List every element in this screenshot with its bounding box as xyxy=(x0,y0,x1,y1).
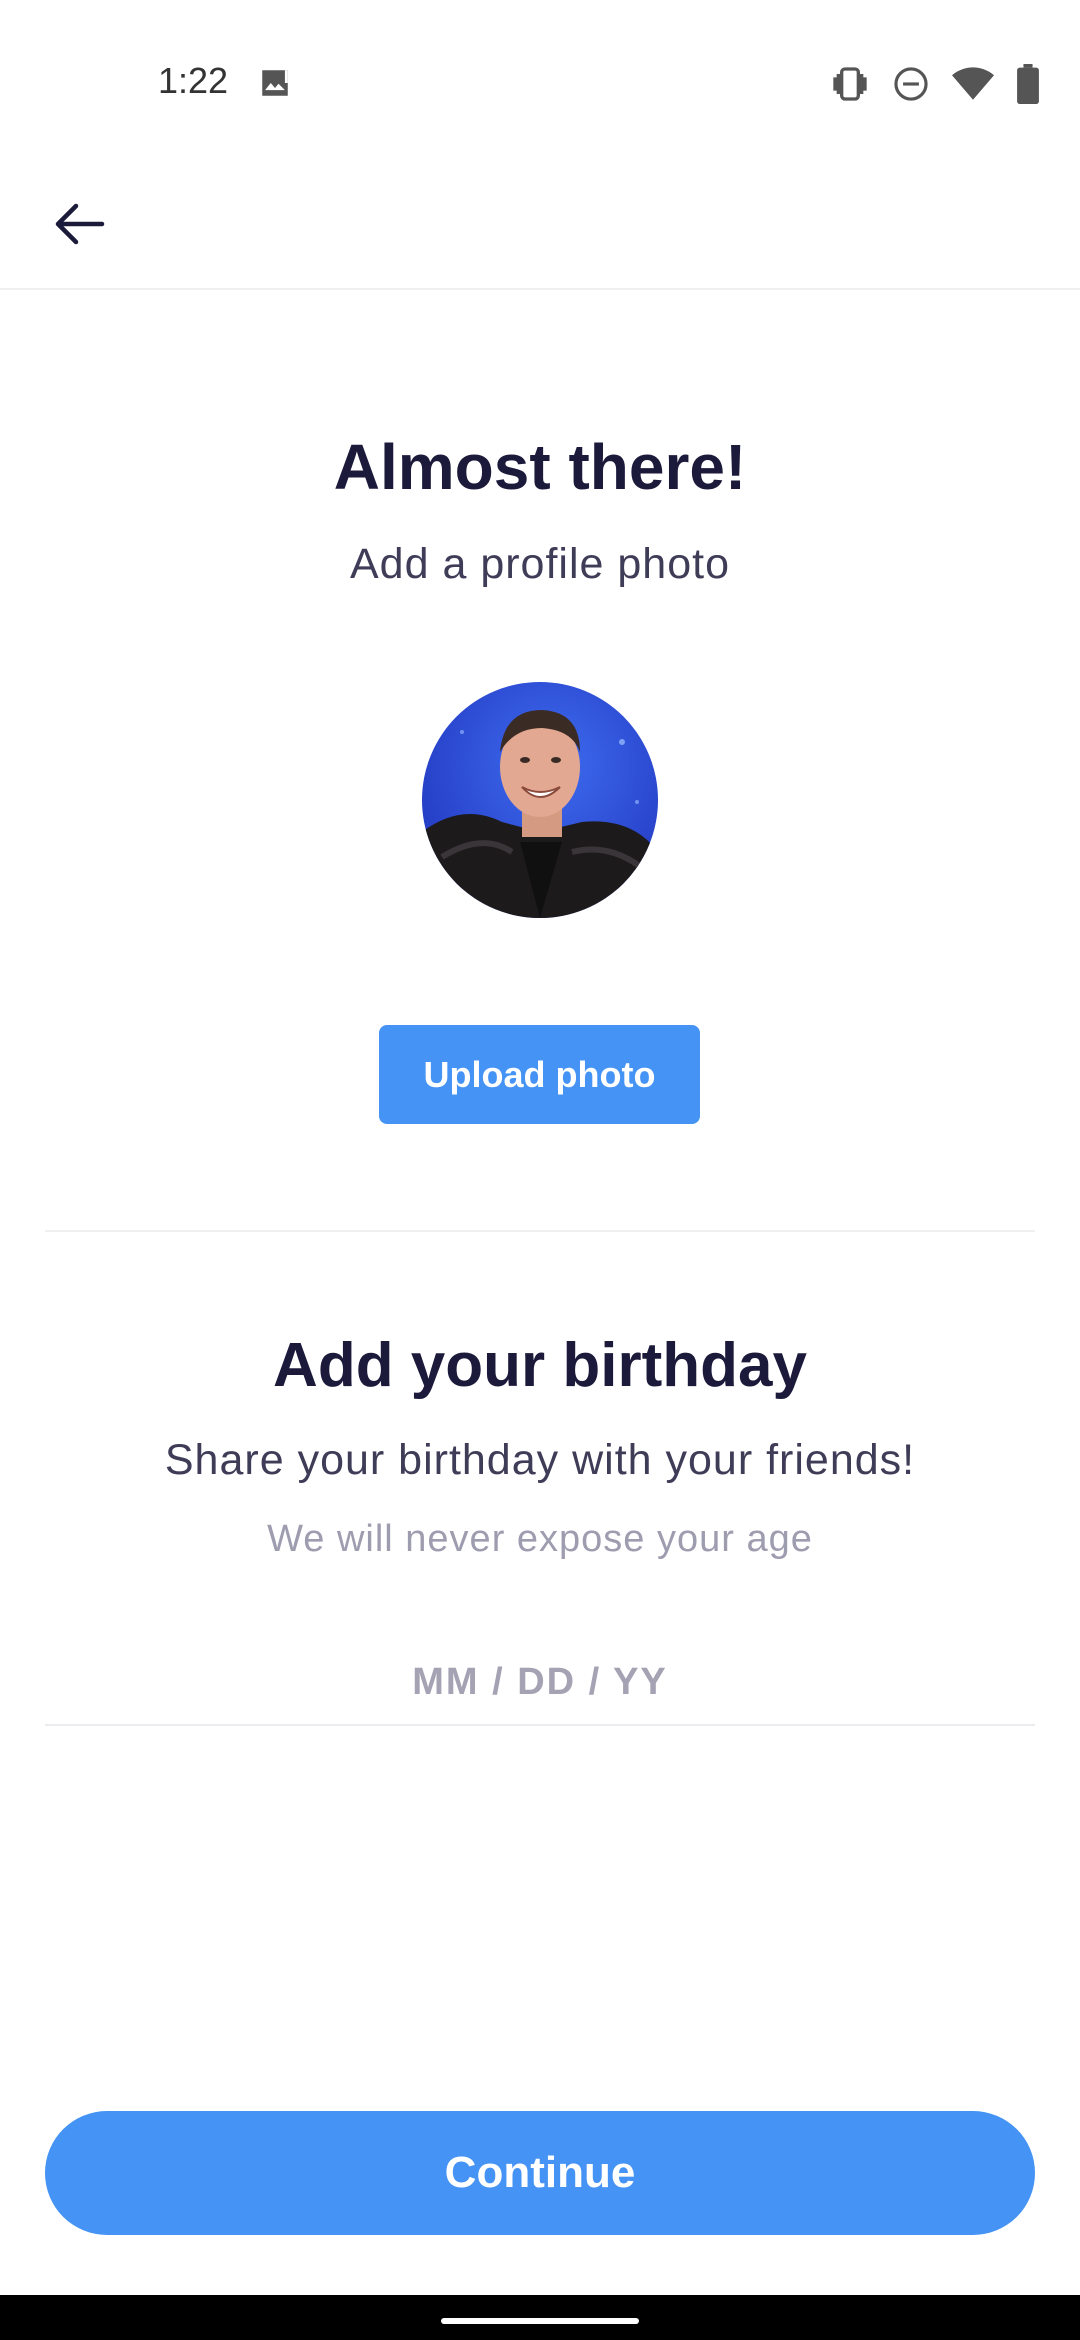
system-navigation-bar xyxy=(0,2295,1080,2340)
profile-subtitle: Add a profile photo xyxy=(350,540,730,588)
continue-button[interactable]: Continue xyxy=(45,2111,1035,2235)
birthday-hint: We will never expose your age xyxy=(267,1518,813,1560)
avatar[interactable] xyxy=(422,682,658,918)
vibrate-icon xyxy=(830,64,870,104)
wifi-icon xyxy=(952,66,994,102)
status-bar: 1:22 xyxy=(0,0,1080,170)
app-bar xyxy=(0,170,1080,290)
battery-icon xyxy=(1016,64,1040,104)
section-divider xyxy=(45,1230,1035,1232)
profile-title: Almost there! xyxy=(333,431,747,503)
upload-photo-button[interactable]: Upload photo xyxy=(379,1025,700,1124)
birthday-title: Add your birthday xyxy=(273,1331,807,1400)
do-not-disturb-icon xyxy=(892,65,930,103)
arrow-left-icon xyxy=(50,200,106,253)
birthday-subtitle: Share your birthday with your friends! xyxy=(164,1436,916,1484)
back-button[interactable] xyxy=(38,186,118,266)
status-icons xyxy=(830,60,1040,108)
home-gesture-handle[interactable] xyxy=(441,2318,639,2324)
status-time: 1:22 xyxy=(158,60,229,101)
image-notification-icon xyxy=(258,66,292,100)
birthday-input[interactable] xyxy=(45,1640,1035,1726)
